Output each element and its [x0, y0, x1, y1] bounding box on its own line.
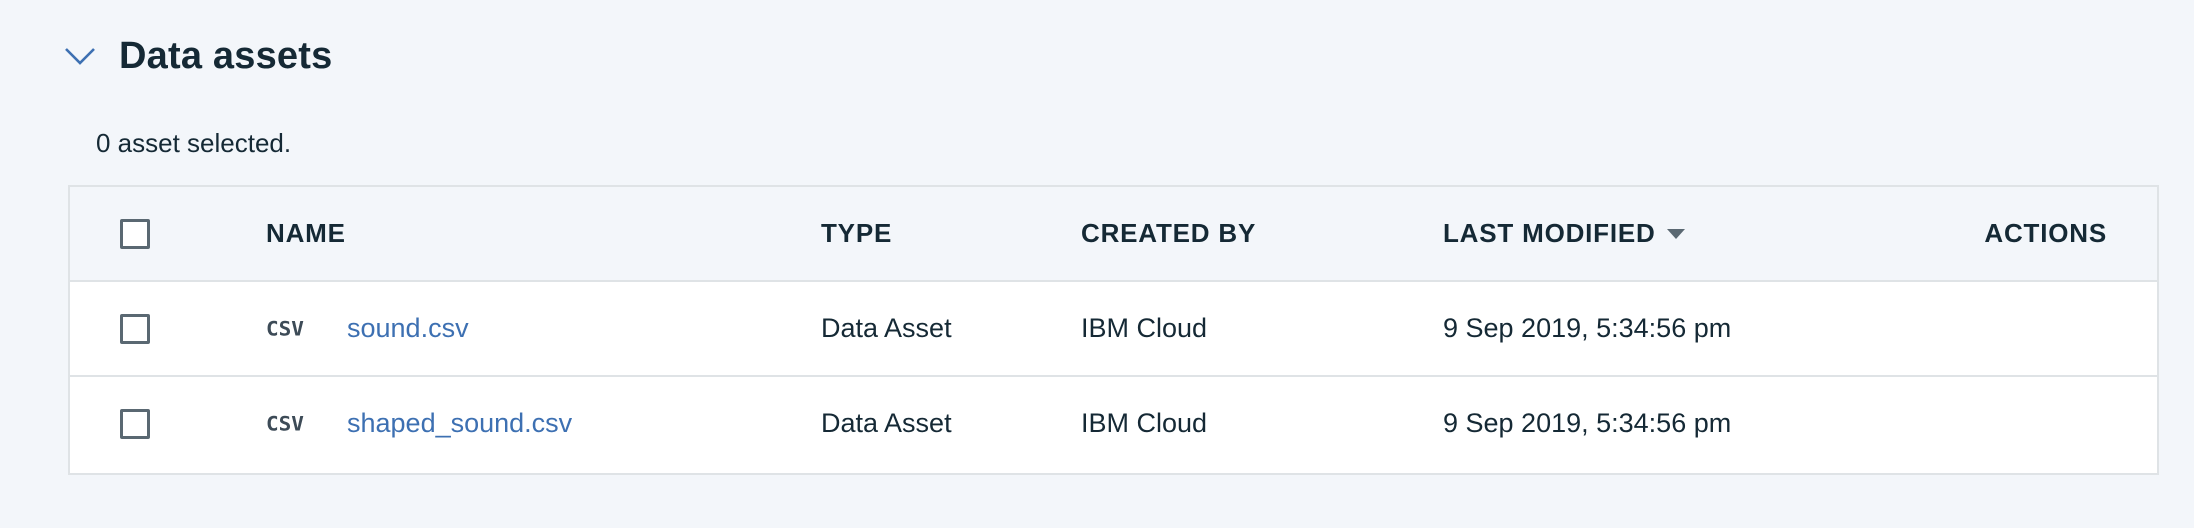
section-title: Data assets — [119, 34, 333, 77]
column-header-created-by[interactable]: CREATED BY — [1081, 187, 1256, 280]
row-checkbox[interactable] — [120, 408, 150, 439]
section-header: Data assets — [60, 30, 332, 82]
csv-file-icon: CSV — [266, 412, 304, 435]
column-header-name[interactable]: NAME — [266, 187, 346, 280]
column-header-last-modified[interactable]: LAST MODIFIED — [1443, 187, 1686, 280]
asset-name-link[interactable]: shaped_sound.csv — [347, 408, 572, 439]
asset-name-link[interactable]: sound.csv — [347, 313, 469, 344]
data-assets-table: NAME TYPE CREATED BY LAST MODIFIED ACTIO… — [68, 185, 2159, 475]
asset-last-modified: 9 Sep 2019, 5:34:56 pm — [1443, 408, 1732, 438]
asset-created-by: IBM Cloud — [1081, 313, 1208, 343]
asset-type: Data Asset — [821, 313, 952, 343]
chevron-down-icon[interactable] — [60, 36, 100, 76]
asset-type: Data Asset — [821, 408, 952, 438]
table-row: CSV shaped_sound.csv Data Asset IBM Clou… — [70, 377, 2157, 472]
select-all-checkbox[interactable] — [120, 218, 150, 249]
asset-created-by: IBM Cloud — [1081, 408, 1208, 438]
caret-down-icon[interactable] — [1666, 228, 1686, 240]
table-row: CSV sound.csv Data Asset IBM Cloud 9 Sep… — [70, 282, 2157, 377]
last-modified-label: LAST MODIFIED — [1443, 218, 1656, 248]
csv-file-icon: CSV — [266, 317, 304, 340]
selection-status: 0 asset selected. — [96, 128, 292, 158]
table-header-row: NAME TYPE CREATED BY LAST MODIFIED ACTIO… — [70, 187, 2157, 282]
row-checkbox[interactable] — [120, 313, 150, 344]
column-header-actions: ACTIONS — [1984, 218, 2107, 248]
column-header-type[interactable]: TYPE — [821, 187, 892, 280]
asset-last-modified: 9 Sep 2019, 5:34:56 pm — [1443, 313, 1732, 343]
